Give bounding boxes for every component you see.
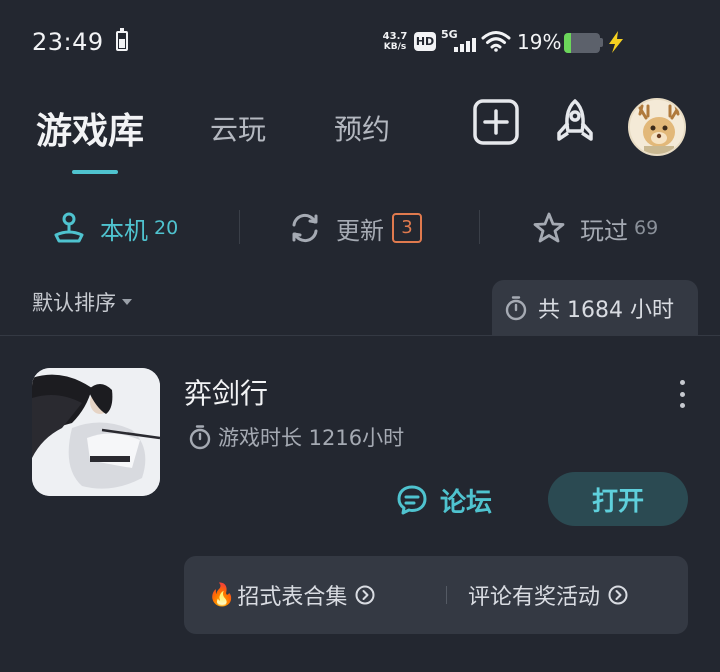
subtab-played[interactable]: 玩过 69 [532, 200, 658, 256]
game-playtime: 游戏时长 1216小时 [188, 422, 404, 452]
signal-icon: 5G [441, 28, 477, 54]
deer-avatar-icon [630, 100, 684, 154]
charging-bolt-icon [609, 31, 623, 53]
subtab-update[interactable]: 更新 3 [288, 200, 422, 256]
user-avatar[interactable] [628, 98, 686, 156]
caret-down-icon [122, 299, 132, 305]
activity-link-comments-label: 评论有奖活动 [468, 585, 601, 610]
battery-saver-icon [116, 28, 128, 51]
chevron-right-circle-icon [608, 585, 628, 605]
network-speed-unit: KB/s [383, 42, 407, 52]
open-game-button[interactable]: 打开 [548, 472, 688, 526]
stopwatch-icon [189, 425, 211, 450]
subtab-update-label: 更新 [336, 216, 384, 245]
network-speed-value: 43.7 [382, 31, 408, 42]
subtab-local-count: 20 [154, 217, 179, 239]
activity-links: 🔥 招式表合集 评论有奖活动 [184, 556, 688, 634]
battery-level-fill [564, 33, 571, 53]
add-icon[interactable] [472, 98, 520, 146]
status-time: 23:49 [32, 28, 104, 56]
update-count-badge: 3 [392, 213, 422, 243]
subtab-played-label: 玩过 [580, 216, 628, 245]
tab-cloud-play[interactable]: 云玩 [210, 108, 266, 148]
sort-label: 默认排序 [32, 291, 116, 315]
hd-icon: HD [414, 32, 436, 51]
joystick-icon [54, 212, 84, 243]
chevron-right-circle-icon [355, 585, 375, 605]
status-bar: 23:49 43.7 KB/s HD 5G 19% [0, 0, 720, 84]
active-tab-indicator [72, 170, 118, 174]
rocket-icon[interactable] [551, 98, 599, 146]
forum-button-label: 论坛 [440, 487, 493, 518]
tab-reservation[interactable]: 预约 [334, 108, 390, 148]
game-icon-image[interactable] [32, 368, 160, 496]
game-card[interactable]: 弈剑行 游戏时长 1216小时 论坛 打开 🔥 招式表合集 评论有奖活动 [0, 336, 720, 672]
subtab-played-count: 69 [634, 217, 659, 239]
activity-link-moves-label: 招式表合集 [237, 585, 348, 610]
top-nav: 游戏库 云玩 预约 [0, 94, 720, 184]
star-icon [533, 212, 565, 243]
stopwatch-icon [505, 296, 527, 321]
sort-dropdown[interactable]: 默认排序 [32, 287, 132, 317]
more-options-icon[interactable] [672, 380, 692, 408]
battery-percent: 19% [517, 30, 562, 54]
activity-link-moves[interactable]: 🔥 招式表合集 [208, 556, 375, 634]
subtab-local-label: 本机 [100, 216, 148, 245]
game-title[interactable]: 弈剑行 [184, 372, 268, 412]
subtab-local[interactable]: 本机 20 [52, 200, 178, 256]
fire-icon: 🔥 [208, 582, 236, 608]
refresh-icon [292, 213, 318, 243]
network-speed: 43.7 KB/s [380, 31, 410, 53]
sub-tabs: 本机 20 更新 3 玩过 69 [0, 200, 720, 256]
total-playtime-label: 共 1684 小时 [538, 298, 674, 323]
total-playtime: 共 1684 小时 [492, 280, 698, 336]
game-playtime-label: 游戏时长 1216小时 [218, 426, 405, 450]
tab-game-library[interactable]: 游戏库 [36, 102, 144, 154]
forum-button[interactable]: 论坛 [396, 482, 492, 518]
chat-bubble-icon [397, 485, 427, 515]
activity-link-comments[interactable]: 评论有奖活动 [468, 556, 628, 634]
wifi-icon [481, 31, 511, 52]
battery-icon [564, 33, 600, 53]
